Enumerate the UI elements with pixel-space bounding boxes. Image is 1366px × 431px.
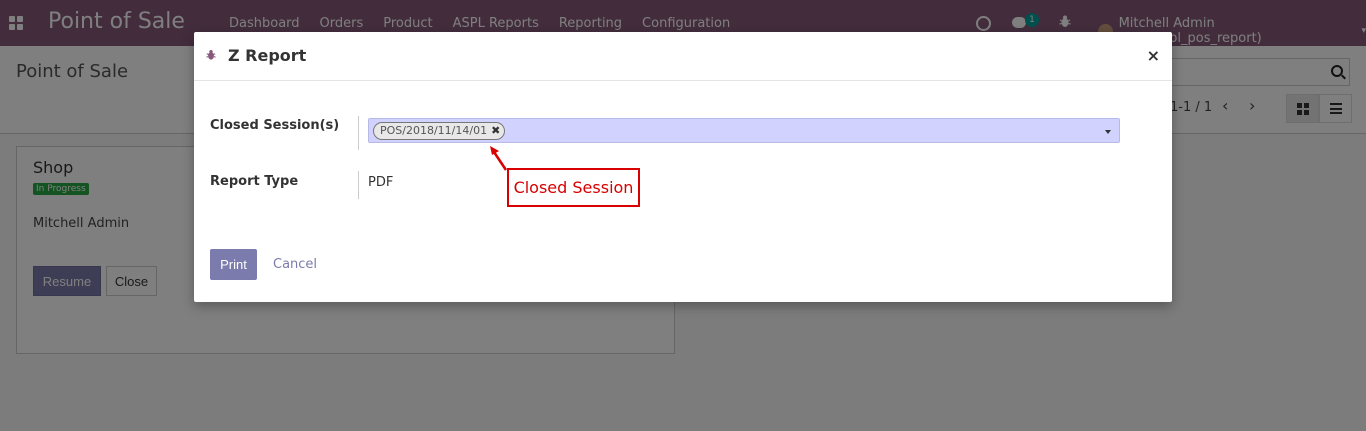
remove-tag-icon[interactable]: ✖ (491, 123, 500, 139)
session-tag-label: POS/2018/11/14/01 (380, 124, 488, 137)
bug-icon (206, 49, 216, 61)
z-report-dialog: Z Report × Closed Session(s) POS/2018/11… (194, 32, 1172, 302)
report-type-label: Report Type (210, 174, 299, 189)
divider (358, 171, 359, 199)
close-icon[interactable]: × (1147, 46, 1160, 65)
print-button[interactable]: Print (210, 249, 257, 280)
dialog-title: Z Report (228, 46, 307, 65)
dialog-header: Z Report × (194, 32, 1172, 81)
report-type-value[interactable]: PDF (368, 175, 393, 190)
annotation-callout: Closed Session (507, 168, 640, 207)
cancel-button[interactable]: Cancel (273, 257, 317, 272)
divider (358, 116, 359, 150)
chevron-down-icon[interactable] (1105, 130, 1111, 134)
session-tag: POS/2018/11/14/01 ✖ (373, 122, 506, 140)
closed-sessions-label: Closed Session(s) (210, 118, 340, 133)
